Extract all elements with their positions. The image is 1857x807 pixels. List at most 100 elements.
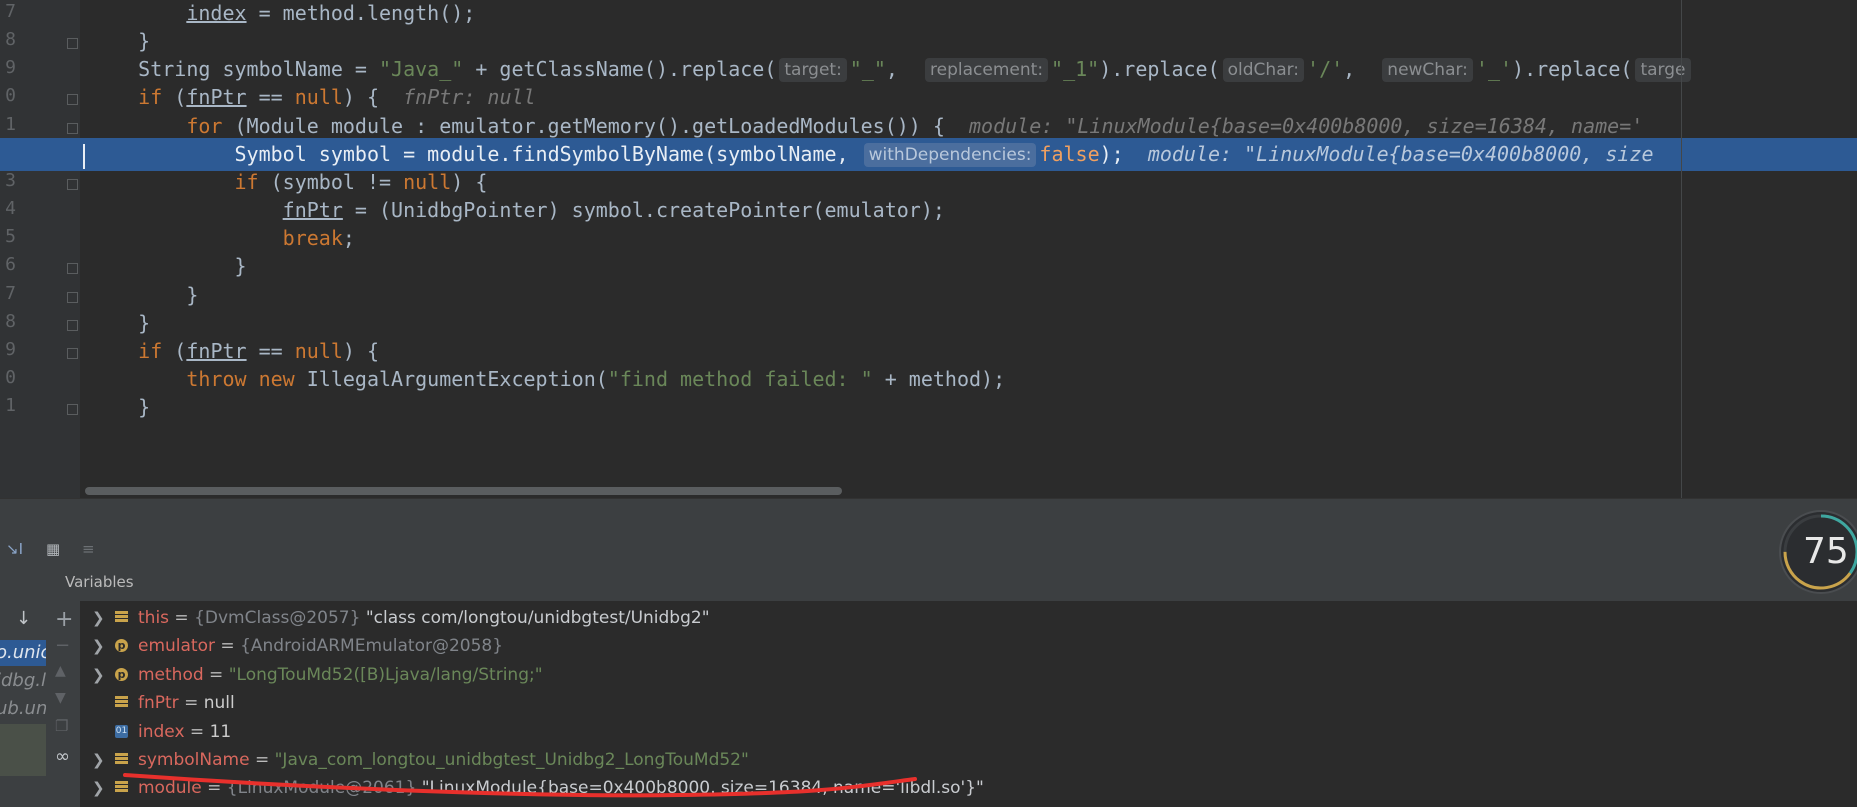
code-token: if <box>138 338 163 363</box>
code-token: null <box>403 169 452 194</box>
table-view-icon[interactable]: ▦ <box>46 540 60 558</box>
code-token: = method.length(); <box>246 1 476 25</box>
variable-eq: = <box>203 664 229 685</box>
code-token: ); <box>1099 141 1148 166</box>
code-token: null <box>294 338 343 363</box>
int-icon: 01 <box>115 724 128 738</box>
code-token: (symbol != <box>258 169 404 194</box>
code-token: "find method failed: " <box>607 366 873 391</box>
expand-arrow-icon[interactable]: ❯ <box>92 604 105 632</box>
code-token: if <box>138 85 163 110</box>
expand-arrow-icon[interactable]: ❯ <box>92 746 105 774</box>
param-icon: p <box>115 639 128 653</box>
text-caret <box>83 143 85 169</box>
code-token: if <box>234 169 259 194</box>
right-margin-guide <box>1681 0 1682 498</box>
code-token: for <box>186 113 223 138</box>
code-token: index <box>186 1 247 25</box>
settings-list-icon[interactable]: ≡ <box>82 540 95 558</box>
inline-debug-value: module: "LinuxModule{base=0x400b8000, si… <box>969 113 1644 138</box>
code-token: Symbol symbol = module.findSymbolByName(… <box>234 141 861 166</box>
field-icon <box>115 753 128 764</box>
inline-debug-value: fnPtr: null <box>403 85 536 110</box>
code-token: , <box>1343 57 1380 82</box>
remove-watch-icon[interactable]: − <box>55 635 70 656</box>
code-token: ( <box>162 85 187 110</box>
field-icon <box>115 696 128 708</box>
variable-name: symbolName <box>138 750 250 770</box>
code-token: break <box>282 226 343 251</box>
code-token: false <box>1039 141 1100 166</box>
code-token: } <box>234 254 247 279</box>
horizontal-scrollbar[interactable] <box>85 487 842 495</box>
inline-debug-value: module: "LinuxModule{base=0x400b8000, si… <box>1147 141 1654 166</box>
code-token: (Module module : emulator.getMemory().ge… <box>222 113 969 138</box>
add-watch-icon[interactable]: + <box>55 607 73 632</box>
parameter-hint: replacement: <box>925 58 1049 83</box>
variable-name: this <box>138 608 170 628</box>
variable-name: method <box>138 664 204 685</box>
code-token: fnPtr <box>282 198 343 223</box>
code-editor[interactable]: 789012345678901 index = method.length();… <box>0 0 1857 498</box>
stack-frame-item[interactable]: ub.un <box>0 696 46 722</box>
memory-percent-label: 75 <box>1803 531 1849 572</box>
code-token: IllegalArgumentException( <box>306 366 608 391</box>
variable-value: null <box>203 693 235 714</box>
variables-header: Variables <box>48 565 1857 601</box>
move-down-icon[interactable]: ▼ <box>55 690 66 706</box>
stack-frame-item[interactable]: o.unic <box>0 640 46 666</box>
expand-arrow-icon[interactable]: ❯ <box>92 632 105 660</box>
code-token: = (UnidbgPointer) symbol.createPointer(e… <box>342 198 945 223</box>
code-token: } <box>138 395 151 420</box>
code-token: + getClassName().replace( <box>463 57 777 82</box>
variable-eq: = <box>215 636 241 657</box>
stack-frame-item[interactable]: idbg.l <box>0 668 46 694</box>
variable-value: "class com/longtou/unidbgtest/Unidbg2" <box>365 608 710 628</box>
code-token: ) { <box>342 85 404 110</box>
code-token: ).replace( <box>1099 57 1220 82</box>
frames-scroll-area[interactable] <box>0 724 46 776</box>
code-token: '_' <box>1475 57 1513 82</box>
red-annotation-scribble <box>123 773 917 798</box>
code-token: fnPtr <box>186 338 247 363</box>
frames-panel: o.unicidbg.lub.un <box>0 565 49 807</box>
code-token: } <box>138 310 151 335</box>
code-token: ) { <box>451 169 488 194</box>
code-token: "_" <box>849 57 886 82</box>
step-into-icon[interactable]: ↘I <box>6 540 23 558</box>
variable-type: {DvmClass@2057} <box>194 608 366 628</box>
code-token: + method); <box>872 366 1006 391</box>
code-token: ( <box>162 338 187 363</box>
param-icon: p <box>115 667 128 681</box>
variables-side-toolbar: + − ▲ ▼ ❐ ∞ <box>48 601 80 807</box>
code-token: ) { <box>342 338 380 363</box>
code-token: } <box>186 282 199 307</box>
code-token: String symbolName = <box>138 57 379 82</box>
variable-eq: = <box>184 721 210 742</box>
variable-name: emulator <box>138 636 215 657</box>
code-token: "Java_" <box>379 57 464 82</box>
arrow-down-icon[interactable]: ↓ <box>16 608 31 629</box>
variable-name: fnPtr <box>138 693 179 714</box>
code-token: "_1" <box>1051 57 1100 82</box>
memory-indicator[interactable]: 75 <box>1779 510 1857 594</box>
move-up-icon[interactable]: ▲ <box>55 663 66 679</box>
parameter-hint: newChar: <box>1382 58 1473 83</box>
parameter-hint: target: <box>779 58 847 83</box>
glasses-icon[interactable]: ∞ <box>55 746 70 767</box>
variable-eq: = <box>169 608 195 628</box>
code-token: == <box>246 85 295 110</box>
variable-eq: = <box>178 693 204 714</box>
debug-toolbar: ↘I ▦ ≡ <box>0 532 1857 565</box>
code-token: throw new <box>186 366 307 391</box>
parameter-hint: withDependencies: <box>863 142 1037 167</box>
debug-panel-divider[interactable] <box>0 498 1857 533</box>
variable-value: "Java_com_longtou_unidbgtest_Unidbg2_Lon… <box>274 750 749 770</box>
code-token: == <box>246 338 295 363</box>
expand-arrow-icon[interactable]: ❯ <box>92 774 105 802</box>
code-token: , <box>885 57 923 82</box>
expand-arrow-icon[interactable]: ❯ <box>92 661 105 689</box>
code-line[interactable]: } <box>0 391 1857 424</box>
variables-title: Variables <box>65 573 134 591</box>
copy-icon[interactable]: ❐ <box>55 717 68 735</box>
